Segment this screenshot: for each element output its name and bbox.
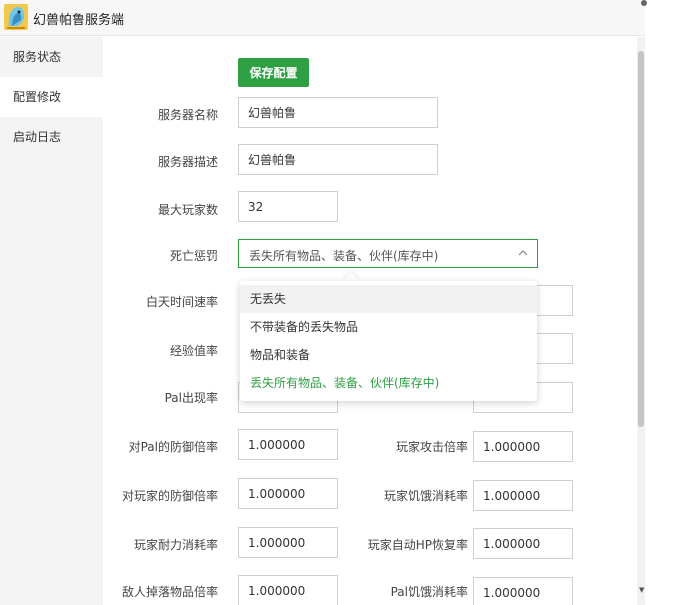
death-penalty-select[interactable]: 丢失所有物品、装备、伙伴(库存中): [238, 239, 538, 268]
title-bar: 幻兽帕鲁服务端: [0, 0, 645, 36]
chevron-up-icon: [518, 250, 528, 256]
sidebar: 服务状态 配置修改 启动日志: [0, 37, 103, 605]
server-desc-label: 服务器描述: [157, 155, 218, 169]
dropdown-option-lose-all[interactable]: 丢失所有物品、装备、伙伴(库存中): [240, 369, 537, 397]
server-name-label: 服务器名称: [157, 108, 218, 122]
pal-hunger-label: Pal饥饿消耗率: [390, 585, 468, 599]
window-control-icon[interactable]: [641, 0, 647, 6]
dropdown-option-items-and-equipment[interactable]: 物品和装备: [240, 341, 537, 369]
pal-hunger-input[interactable]: [473, 577, 573, 605]
death-penalty-dropdown: 无丢失 不带装备的丢失物品 物品和装备 丢失所有物品、装备、伙伴(库存中): [240, 281, 537, 401]
vertical-scrollbar[interactable]: [637, 37, 645, 605]
max-players-label: 最大玩家数: [157, 203, 218, 217]
scrollbar-thumb[interactable]: [638, 51, 644, 427]
player-stamina-label: 玩家耐力消耗率: [133, 538, 218, 552]
exp-rate-label: 经验值率: [169, 344, 218, 358]
sidebar-item-startup-log[interactable]: 启动日志: [0, 117, 103, 157]
server-name-input[interactable]: [238, 97, 438, 128]
day-speed-label: 白天时间速率: [145, 295, 218, 309]
pal-defense-label: 对Pal的防御倍率: [128, 440, 218, 454]
app-title: 幻兽帕鲁服务端: [33, 13, 125, 28]
app-logo-icon: [4, 4, 28, 30]
server-desc-input[interactable]: [238, 144, 438, 175]
player-hunger-label: 玩家饥饿消耗率: [383, 489, 468, 503]
dropdown-option-items-no-equipment[interactable]: 不带装备的丢失物品: [240, 313, 537, 341]
enemy-drop-label: 敌人掉落物品倍率: [121, 585, 218, 599]
sidebar-item-config-edit[interactable]: 配置修改: [0, 77, 103, 117]
player-defense-label: 对玩家的防御倍率: [121, 489, 218, 503]
player-attack-input[interactable]: [473, 431, 573, 462]
player-hunger-input[interactable]: [473, 480, 573, 511]
player-attack-label: 玩家攻击倍率: [395, 440, 468, 454]
max-players-input[interactable]: [238, 191, 338, 222]
player-hp-regen-input[interactable]: [473, 528, 573, 559]
player-hp-regen-label: 玩家自动HP恢复率: [367, 538, 468, 552]
config-form: 保存配置 服务器名称 服务器描述 最大玩家数 死亡惩罚 丢失所有物品、装备、伙伴…: [103, 37, 637, 605]
pal-spawn-label: Pal出现率: [164, 391, 218, 405]
scroll-down-icon[interactable]: ▼: [639, 586, 644, 594]
save-config-button[interactable]: 保存配置: [238, 58, 309, 87]
death-penalty-selected-value: 丢失所有物品、装备、伙伴(库存中): [249, 249, 439, 263]
death-penalty-label: 死亡惩罚: [169, 249, 218, 263]
dropdown-option-no-loss[interactable]: 无丢失: [240, 285, 537, 313]
sidebar-item-server-status[interactable]: 服务状态: [0, 37, 103, 77]
